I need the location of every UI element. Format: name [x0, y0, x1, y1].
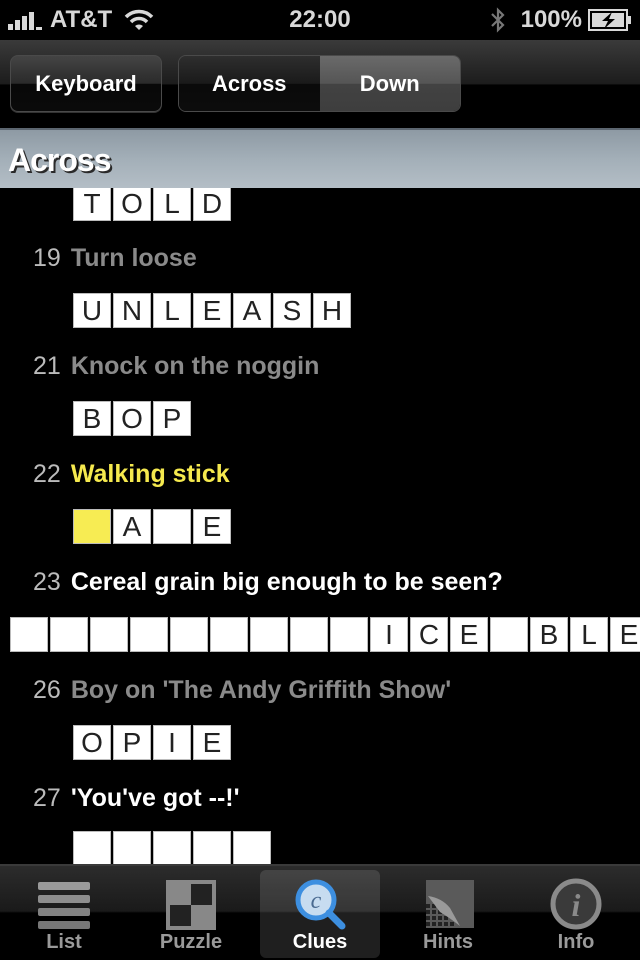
answer-cell[interactable]: E — [193, 509, 231, 544]
tab-label: Hints — [423, 931, 473, 953]
answer-cell[interactable]: U — [73, 293, 111, 328]
answer-cells[interactable]: AE — [73, 509, 233, 544]
answer-cell[interactable]: I — [153, 725, 191, 760]
answer-cells[interactable]: OPIE — [73, 725, 233, 760]
toolbar: Keyboard Across Down — [0, 40, 640, 128]
answer-cell[interactable] — [113, 831, 151, 864]
answer-cell[interactable] — [153, 831, 191, 864]
answer-cell[interactable]: E — [450, 617, 488, 652]
tab-label: Clues — [292, 931, 348, 953]
section-title: Across — [8, 142, 111, 178]
svg-text:c: c — [311, 888, 322, 914]
answer-cell[interactable]: B — [73, 401, 111, 436]
answer-cell[interactable] — [170, 617, 208, 652]
answer-cell[interactable] — [250, 617, 288, 652]
answer-cell[interactable]: I — [370, 617, 408, 652]
list-icon — [38, 882, 90, 929]
tab-bar: List Puzzle c Clues Hints i Info — [0, 864, 640, 960]
answer-cell[interactable] — [73, 831, 111, 864]
clue-text: Knock on the noggin — [70, 352, 320, 380]
clue-item[interactable]: 26 Boy on 'The Andy Griffith Show' — [33, 676, 451, 705]
answer-cell[interactable] — [10, 617, 48, 652]
answer-cell[interactable]: T — [73, 188, 111, 221]
battery-percent: 100% — [520, 6, 582, 33]
clue-item[interactable]: 19 Turn loose — [33, 244, 197, 273]
clue-item[interactable]: 27 'You've got --!' — [33, 784, 240, 813]
clue-text: 'You've got --!' — [70, 784, 240, 812]
answer-cells[interactable] — [73, 831, 273, 864]
tab-label: List — [46, 931, 82, 953]
answer-cell[interactable] — [90, 617, 128, 652]
clue-number: 26 — [33, 676, 61, 704]
answer-cell[interactable] — [153, 509, 191, 544]
answer-cell[interactable]: A — [113, 509, 151, 544]
info-icon: i — [550, 878, 602, 930]
answer-cell[interactable] — [130, 617, 168, 652]
answer-cell[interactable]: S — [273, 293, 311, 328]
answer-cell[interactable]: L — [153, 293, 191, 328]
answer-cells[interactable]: ICEBLE — [10, 617, 640, 652]
answer-cell[interactable]: N — [113, 293, 151, 328]
answer-cell[interactable]: E — [193, 725, 231, 760]
direction-segmented-control: Across Down — [178, 55, 461, 112]
answer-cell[interactable] — [210, 617, 248, 652]
answer-cell[interactable]: L — [153, 188, 191, 221]
answer-cell[interactable]: B — [530, 617, 568, 652]
answer-cells[interactable]: TOLD — [73, 188, 233, 221]
tab-label: Info — [557, 931, 595, 953]
answer-cell[interactable]: O — [113, 188, 151, 221]
clue-list[interactable]: TOLD 19 Turn loose UNLEASH 21 Knock on the… — [0, 188, 640, 864]
clue-item[interactable]: 23 Cereal grain big enough to be seen? — [33, 568, 503, 597]
puzzle-grid-icon — [166, 880, 216, 930]
answer-cell[interactable] — [290, 617, 328, 652]
clue-number: 27 — [33, 784, 61, 812]
answer-cell[interactable]: H — [313, 293, 351, 328]
clue-item-active[interactable]: 22 Walking stick — [33, 460, 230, 489]
clue-text: Cereal grain big enough to be seen? — [70, 568, 503, 596]
bluetooth-icon — [490, 7, 505, 33]
tab-clues[interactable]: c Clues — [260, 870, 380, 958]
answer-cell[interactable] — [330, 617, 368, 652]
answer-cells[interactable]: UNLEASH — [73, 293, 353, 328]
answer-cell[interactable]: E — [193, 293, 231, 328]
answer-cell[interactable]: O — [73, 725, 111, 760]
clue-number: 21 — [33, 352, 61, 380]
svg-text:i: i — [572, 887, 581, 923]
battery-charging-icon — [588, 9, 631, 31]
answer-cell[interactable]: C — [410, 617, 448, 652]
tab-info[interactable]: i Info — [516, 870, 636, 958]
answer-cell[interactable]: D — [193, 188, 231, 221]
tab-puzzle[interactable]: Puzzle — [131, 870, 251, 958]
tab-label: Puzzle — [159, 931, 223, 953]
segment-across[interactable]: Across — [179, 56, 320, 111]
clue-item[interactable]: 21 Knock on the noggin — [33, 352, 319, 381]
clue-text: Turn loose — [70, 244, 197, 272]
answer-cell-selected[interactable] — [73, 509, 111, 544]
tab-hints[interactable]: Hints — [388, 870, 508, 958]
answer-cell[interactable]: E — [610, 617, 640, 652]
keyboard-button[interactable]: Keyboard — [10, 55, 162, 112]
segment-down[interactable]: Down — [319, 56, 460, 111]
answer-cell[interactable] — [490, 617, 528, 652]
answer-cell[interactable]: L — [570, 617, 608, 652]
status-bar: AT&T 22:00 100% — [0, 0, 640, 40]
clues-magnifier-icon: c — [295, 879, 346, 930]
hints-page-curl-icon — [426, 880, 474, 928]
tab-list[interactable]: List — [4, 870, 124, 958]
answer-cell[interactable] — [50, 617, 88, 652]
clue-number: 23 — [33, 568, 61, 596]
answer-cell[interactable] — [193, 831, 231, 864]
answer-cells[interactable]: BOP — [73, 401, 193, 436]
clue-text: Walking stick — [70, 460, 230, 488]
clue-number: 19 — [33, 244, 61, 272]
clue-text: Boy on 'The Andy Griffith Show' — [70, 676, 452, 704]
answer-cell[interactable]: P — [113, 725, 151, 760]
clue-number: 22 — [33, 460, 61, 488]
section-header: Across — [0, 128, 640, 188]
answer-cell[interactable]: O — [113, 401, 151, 436]
answer-cell[interactable]: A — [233, 293, 271, 328]
answer-cell[interactable] — [233, 831, 271, 864]
answer-cell[interactable]: P — [153, 401, 191, 436]
